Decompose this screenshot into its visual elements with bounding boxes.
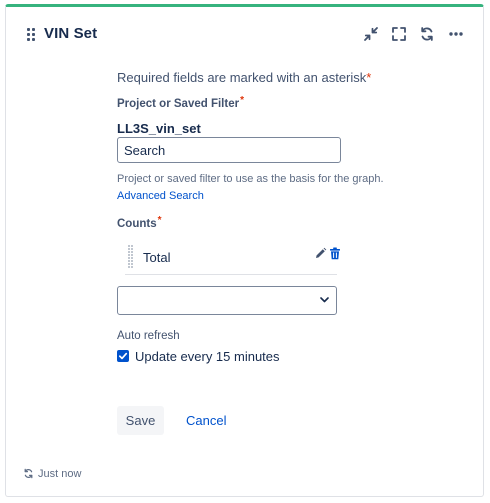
save-button[interactable]: Save [117, 406, 164, 435]
last-updated-text: Just now [38, 468, 82, 480]
trash-icon[interactable] [329, 247, 341, 260]
auto-refresh-label: Auto refresh [117, 330, 180, 342]
counts-label: Counts* [117, 215, 162, 230]
required-asterisk: * [366, 70, 372, 85]
advanced-search-link[interactable]: Advanced Search [117, 190, 204, 202]
minimize-icon [364, 27, 378, 41]
auto-refresh-checkbox[interactable] [117, 350, 129, 362]
filter-help-text: Project or saved filter to use as the ba… [117, 173, 384, 185]
count-select[interactable] [117, 286, 337, 315]
required-asterisk: * [240, 95, 244, 106]
fullscreen-icon [392, 27, 406, 41]
project-filter-label: Project or Saved Filter* [117, 95, 244, 110]
auto-refresh-option-label[interactable]: Update every 15 minutes [135, 349, 280, 364]
gadget-panel: VIN Set Required fields are marked with … [5, 4, 484, 497]
last-updated-status: Just now [23, 468, 81, 480]
selected-filter-name: LL3S_vin_set [117, 121, 201, 136]
refresh-small-icon [24, 468, 33, 479]
more-icon [449, 32, 463, 36]
pencil-icon[interactable] [314, 247, 327, 260]
filter-search-input[interactable] [117, 137, 341, 163]
required-asterisk: * [157, 215, 162, 226]
checkmark-icon [118, 352, 128, 360]
fullscreen-button[interactable] [387, 22, 411, 46]
minimize-button[interactable] [359, 22, 383, 46]
chevron-down-icon [320, 297, 329, 303]
refresh-button[interactable] [415, 22, 439, 46]
count-item-label: Total [143, 250, 171, 265]
cancel-button[interactable]: Cancel [180, 406, 232, 435]
drag-grip-icon[interactable] [128, 245, 134, 269]
gadget-title: VIN Set [44, 25, 98, 42]
count-list-item: Total [125, 242, 340, 275]
gadget-header: VIN Set [6, 7, 483, 61]
refresh-icon [421, 27, 433, 41]
drag-handle-icon[interactable] [27, 28, 37, 42]
more-button[interactable] [444, 22, 468, 46]
required-fields-note: Required fields are marked with an aster… [117, 70, 372, 85]
